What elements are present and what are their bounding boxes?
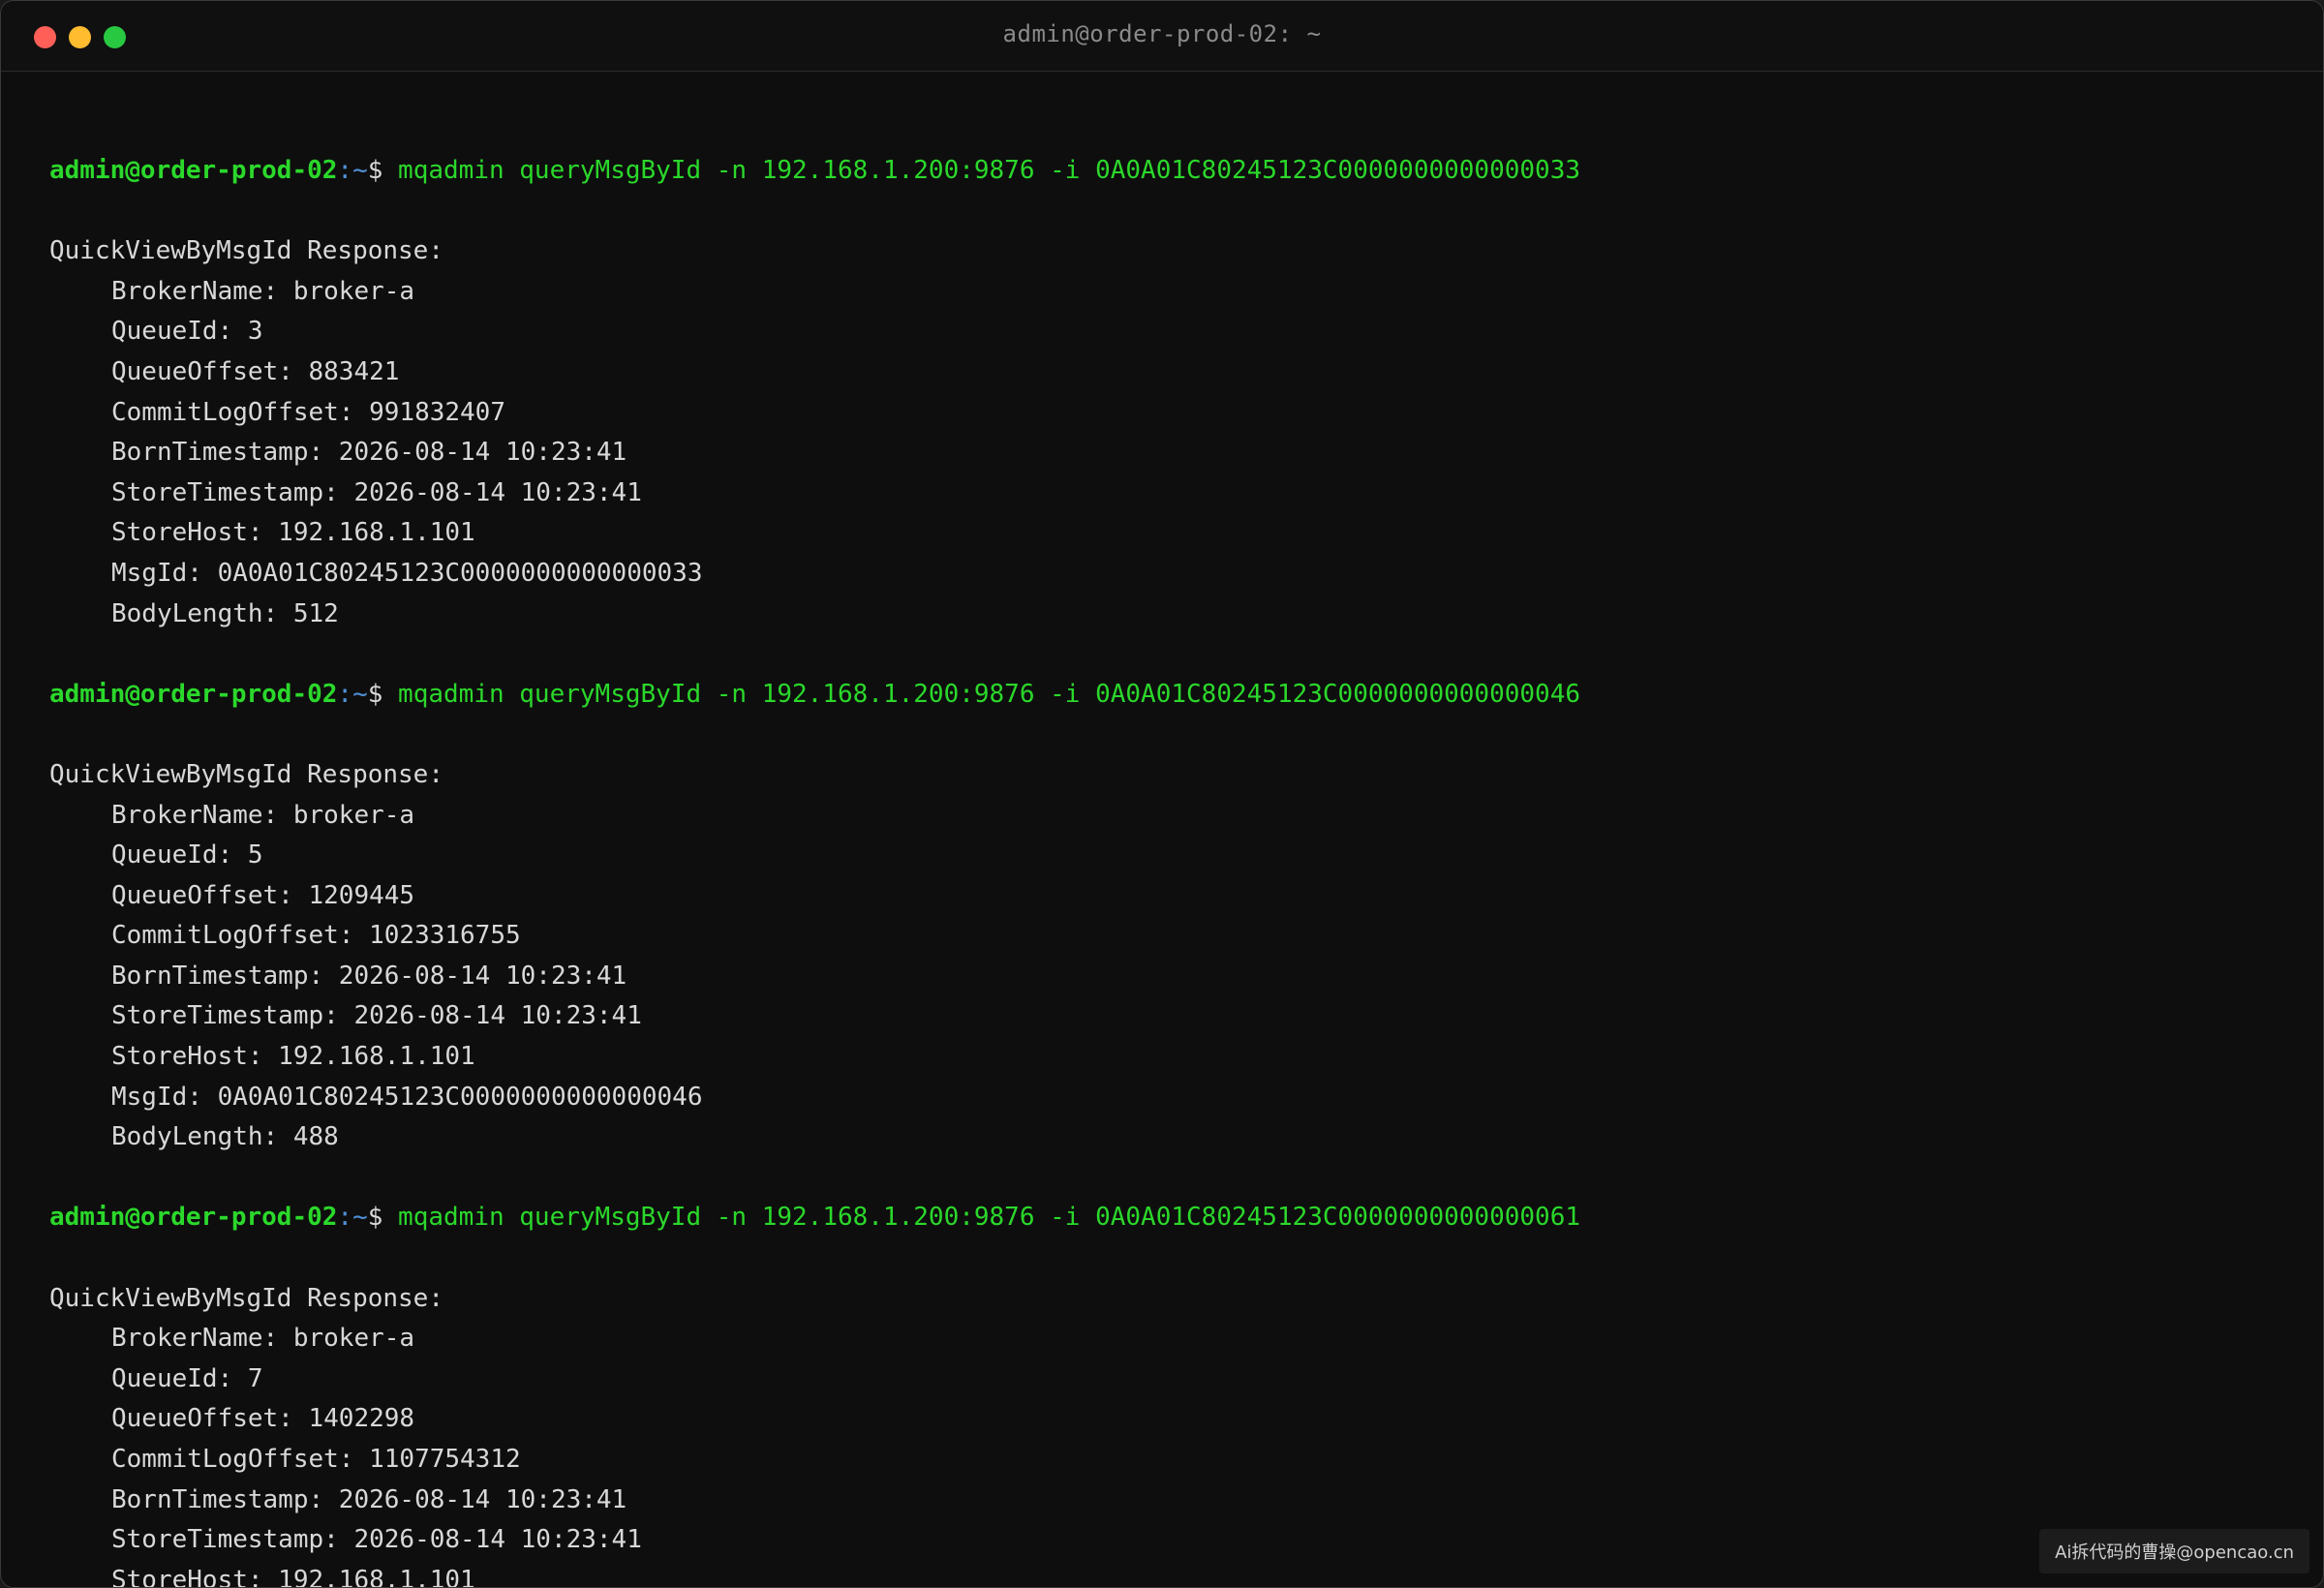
response-field: StoreHost: 192.168.1.101 bbox=[111, 1042, 475, 1072]
terminal-output[interactable]: admin@order-prod-02:~$ mqadmin queryMsgB… bbox=[49, 151, 2296, 1588]
response-field: BrokerName: broker-a bbox=[111, 1324, 415, 1354]
watermark: Ai拆代码的曹操@opencao.cn bbox=[2039, 1529, 2309, 1573]
response-field: QueueOffset: 1209445 bbox=[111, 880, 415, 910]
response-field: StoreHost: 192.168.1.101 bbox=[111, 518, 475, 548]
response-field: BornTimestamp: 2026-08-14 10:23:41 bbox=[111, 961, 627, 991]
prompt-symbol: $ bbox=[367, 679, 399, 709]
prompt-path: :~ bbox=[337, 679, 368, 709]
response-field: BornTimestamp: 2026-08-14 10:23:41 bbox=[111, 1484, 627, 1514]
response-field: StoreTimestamp: 2026-08-14 10:23:41 bbox=[111, 1525, 642, 1555]
response-field: StoreTimestamp: 2026-08-14 10:23:41 bbox=[111, 1001, 642, 1031]
response-field: CommitLogOffset: 991832407 bbox=[111, 397, 505, 427]
response-field: MsgId: 0A0A01C80245123C0000000000000033 bbox=[111, 558, 703, 588]
prompt-user-host: admin@order-prod-02 bbox=[49, 156, 338, 185]
prompt-path: :~ bbox=[337, 1203, 368, 1233]
prompt-line: admin@order-prod-02:~$ mqadmin queryMsgB… bbox=[49, 675, 2296, 716]
prompt-user-host: admin@order-prod-02 bbox=[49, 679, 338, 709]
window-title: admin@order-prod-02: ~ bbox=[1002, 20, 1322, 47]
response-header: QuickViewByMsgId Response: bbox=[49, 759, 443, 789]
command-text: mqadmin queryMsgById -n 192.168.1.200:98… bbox=[398, 156, 1581, 185]
response-field: QueueId: 5 bbox=[111, 840, 263, 870]
prompt-line: admin@order-prod-02:~$ mqadmin queryMsgB… bbox=[49, 151, 2296, 192]
response-field: StoreHost: 192.168.1.101 bbox=[111, 1565, 475, 1588]
prompt-symbol: $ bbox=[367, 156, 399, 185]
response-field: QueueOffset: 883421 bbox=[111, 356, 400, 386]
prompt-user-host: admin@order-prod-02 bbox=[49, 1203, 338, 1233]
prompt-line: admin@order-prod-02:~$ mqadmin queryMsgB… bbox=[49, 1198, 2296, 1238]
response-field: BodyLength: 488 bbox=[111, 1122, 339, 1152]
response-field: BrokerName: broker-a bbox=[111, 276, 415, 306]
response-field: QueueId: 3 bbox=[111, 317, 263, 347]
terminal-window: admin@order-prod-02: ~ admin@order-prod-… bbox=[0, 0, 2324, 1588]
response-header: QuickViewByMsgId Response: bbox=[49, 1283, 443, 1313]
response-field: MsgId: 0A0A01C80245123C0000000000000046 bbox=[111, 1082, 703, 1112]
title-bar: admin@order-prod-02: ~ bbox=[1, 1, 2323, 72]
response-field: BodyLength: 512 bbox=[111, 598, 339, 628]
response-field: BrokerName: broker-a bbox=[111, 800, 415, 830]
response-field: StoreTimestamp: 2026-08-14 10:23:41 bbox=[111, 477, 642, 507]
prompt-symbol: $ bbox=[367, 1203, 399, 1233]
response-field: CommitLogOffset: 1023316755 bbox=[111, 921, 521, 951]
response-field: QueueOffset: 1402298 bbox=[111, 1404, 415, 1434]
prompt-path: :~ bbox=[337, 156, 368, 185]
command-text: mqadmin queryMsgById -n 192.168.1.200:98… bbox=[398, 679, 1581, 709]
response-header: QuickViewByMsgId Response: bbox=[49, 236, 443, 266]
response-field: CommitLogOffset: 1107754312 bbox=[111, 1445, 521, 1474]
response-field: BornTimestamp: 2026-08-14 10:23:41 bbox=[111, 438, 627, 468]
command-text: mqadmin queryMsgById -n 192.168.1.200:98… bbox=[398, 1203, 1581, 1233]
response-field: QueueId: 7 bbox=[111, 1363, 263, 1393]
